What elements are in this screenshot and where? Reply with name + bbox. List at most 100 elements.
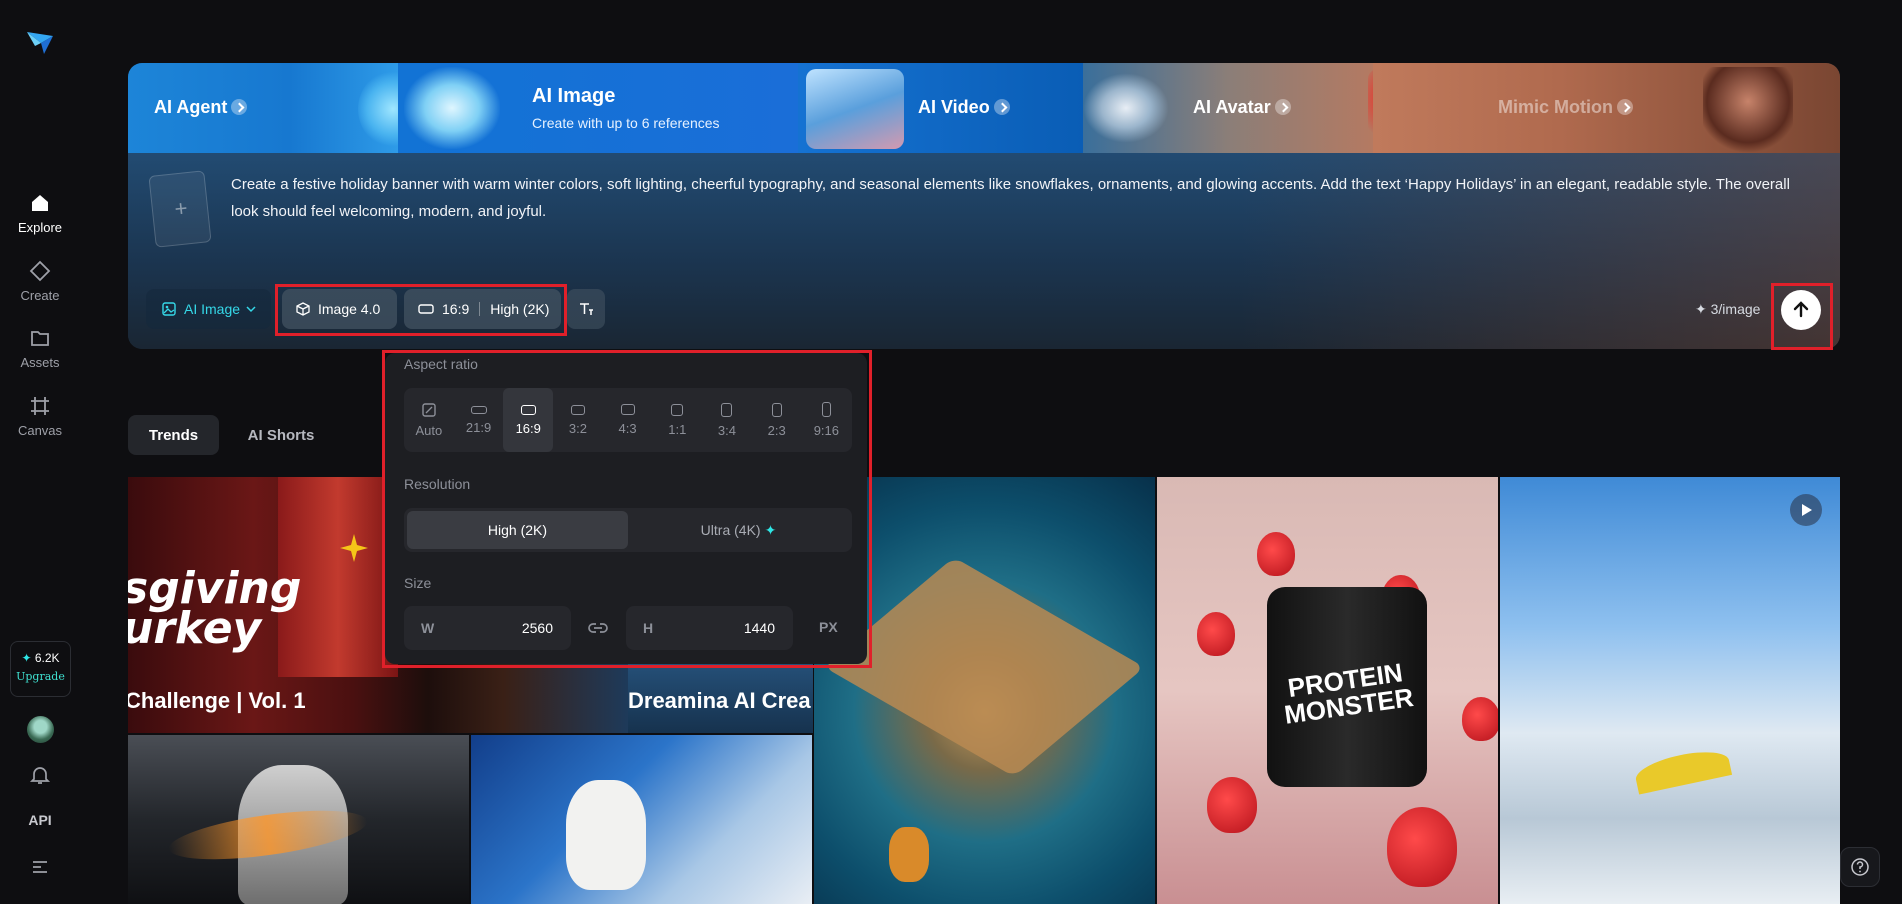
tab-ai-agent[interactable]: AI Agent: [128, 63, 428, 153]
ratio-option-16-9[interactable]: 16:9: [503, 388, 554, 452]
ratio-shape: [821, 402, 831, 417]
product-jar: PROTEIN MONSTER: [1267, 587, 1427, 787]
sidebar-item-label: Explore: [17, 220, 63, 235]
link-icon[interactable]: [587, 619, 609, 637]
image-icon: [162, 302, 176, 316]
width-label: W: [421, 620, 435, 636]
ratio-option-2-3[interactable]: 2:3: [752, 388, 802, 452]
gallery-item[interactable]: [128, 735, 469, 904]
strawberry: [1462, 697, 1498, 741]
tab-ai-agent-label: AI Agent: [154, 97, 228, 117]
ratio-option-auto[interactable]: Auto: [404, 388, 454, 452]
tab-mimic-motion[interactable]: Mimic Motion: [1373, 63, 1840, 153]
tab-ai-shorts[interactable]: AI Shorts: [236, 415, 326, 455]
video-illustration: [806, 69, 904, 149]
home-icon: [32, 195, 48, 211]
unit-label: PX: [819, 619, 838, 635]
chevron-right-icon: [993, 99, 1010, 115]
mode-label: AI Image: [184, 301, 241, 317]
width-value: 2560: [521, 620, 553, 636]
text-size-button[interactable]: [567, 289, 605, 329]
ratio-option-label: 2:3: [767, 422, 786, 438]
play-icon[interactable]: [1790, 494, 1822, 526]
ratio-option-label: 3:4: [717, 422, 736, 438]
tab-trends[interactable]: Trends: [128, 415, 219, 455]
ratio-option-label: 4:3: [618, 421, 637, 436]
height-field[interactable]: H 1440: [626, 606, 793, 650]
sidebar-item-create[interactable]: Create: [0, 260, 80, 303]
paraglider: [1632, 745, 1733, 795]
ratio-option-9-16[interactable]: 9:16: [802, 388, 852, 452]
ratio-shape: [470, 405, 487, 414]
app-root: Explore Create Assets Canvas ✦ 6.2K Upgr…: [0, 0, 1902, 904]
mimic-illustration: [1703, 67, 1793, 153]
ratio-option-label: 1:1: [668, 421, 687, 437]
ratio-option-3-4[interactable]: 3:4: [702, 388, 752, 452]
feature-tabs: AI Agent AI Video AI Avatar Mimic Motion…: [128, 63, 1840, 153]
ratio-shape: [721, 402, 733, 417]
ratio-shape: [620, 404, 635, 415]
ratio-shape: [570, 404, 585, 415]
model-selector[interactable]: Image 4.0: [282, 289, 397, 329]
gallery-item[interactable]: PROTEIN MONSTER: [1157, 477, 1498, 904]
ratio-icon: [418, 304, 434, 314]
sidebar-item-label: Canvas: [17, 423, 63, 438]
add-reference-button[interactable]: [148, 170, 212, 248]
ratio-option-3-2[interactable]: 3:2: [553, 388, 603, 452]
cost-per-image: ✦ 3/image: [1695, 301, 1761, 317]
api-link[interactable]: API: [0, 812, 80, 828]
gallery-item[interactable]: [1500, 477, 1840, 904]
height-label: H: [643, 620, 654, 636]
avatar-illustration: [1083, 73, 1169, 143]
sidebar-item-explore[interactable]: Explore: [0, 192, 80, 235]
ratio-option-label: 9:16: [813, 423, 839, 438]
avatar[interactable]: [27, 716, 54, 743]
help-button[interactable]: [1840, 847, 1880, 887]
credits-upgrade-card[interactable]: ✦ 6.2K Upgrade: [10, 641, 71, 697]
sidebar: Explore Create Assets Canvas ✦ 6.2K Upgr…: [0, 0, 80, 904]
chevron-right-icon: [231, 99, 248, 115]
strawberry: [1197, 612, 1235, 656]
tab-ai-image[interactable]: [398, 63, 798, 153]
strawberry: [1257, 532, 1295, 576]
ai-image-title: AI Image: [532, 85, 616, 107]
menu-icon[interactable]: [29, 855, 51, 877]
ratio-option-21-9[interactable]: 21:9: [454, 388, 504, 452]
chevron-right-icon: [1617, 99, 1633, 115]
auto-ratio-icon: [422, 402, 436, 417]
ratio-option-label: 21:9: [465, 419, 492, 435]
sidebar-item-canvas[interactable]: Canvas: [0, 395, 80, 438]
strawberry: [1387, 807, 1457, 887]
width-field[interactable]: W 2560: [404, 606, 571, 650]
logo-icon[interactable]: [24, 26, 56, 58]
ratio-shape: [520, 404, 536, 415]
chevron-down-icon: [246, 306, 256, 313]
resolution-option-ultra[interactable]: Ultra (4K) ✦: [628, 511, 849, 549]
gallery-item[interactable]: [471, 735, 812, 904]
product-label: PROTEIN MONSTER: [1282, 657, 1416, 730]
aspect-ratio-title: Aspect ratio: [404, 356, 478, 372]
generate-button[interactable]: [1781, 290, 1821, 330]
sidebar-item-label: Assets: [20, 355, 60, 370]
bell-icon[interactable]: [29, 764, 51, 786]
ratio-option-1-1[interactable]: 1:1: [652, 388, 702, 452]
ratio-option-4-3[interactable]: 4:3: [603, 388, 653, 452]
model-label: Image 4.0: [318, 301, 381, 317]
tab-ai-video[interactable]: AI Video: [798, 63, 1083, 153]
help-icon: [1851, 858, 1869, 876]
resolution-option-high[interactable]: High (2K): [407, 511, 628, 549]
divider: [479, 302, 481, 316]
upgrade-link[interactable]: Upgrade: [11, 670, 70, 683]
image-illustration: [404, 67, 500, 149]
ratio-label: 16:9: [442, 301, 470, 317]
ratio-resolution-selector[interactable]: 16:9 High (2K): [404, 289, 561, 329]
prompt-input[interactable]: Create a festive holiday banner with war…: [231, 171, 1811, 225]
create-icon: [29, 260, 51, 282]
size-title: Size: [404, 575, 432, 591]
tab-ai-avatar[interactable]: AI Avatar: [1083, 63, 1440, 153]
sidebar-item-assets[interactable]: Assets: [0, 327, 80, 370]
folder-icon: [31, 331, 49, 346]
tab-mimic-motion-label: Mimic Motion: [1498, 97, 1613, 117]
mode-dropdown[interactable]: AI Image: [146, 289, 271, 329]
aspect-ratio-options: Auto 21:9 16:9 3:2 4:3 1:1 3:4 2:3 9:16: [404, 388, 852, 452]
